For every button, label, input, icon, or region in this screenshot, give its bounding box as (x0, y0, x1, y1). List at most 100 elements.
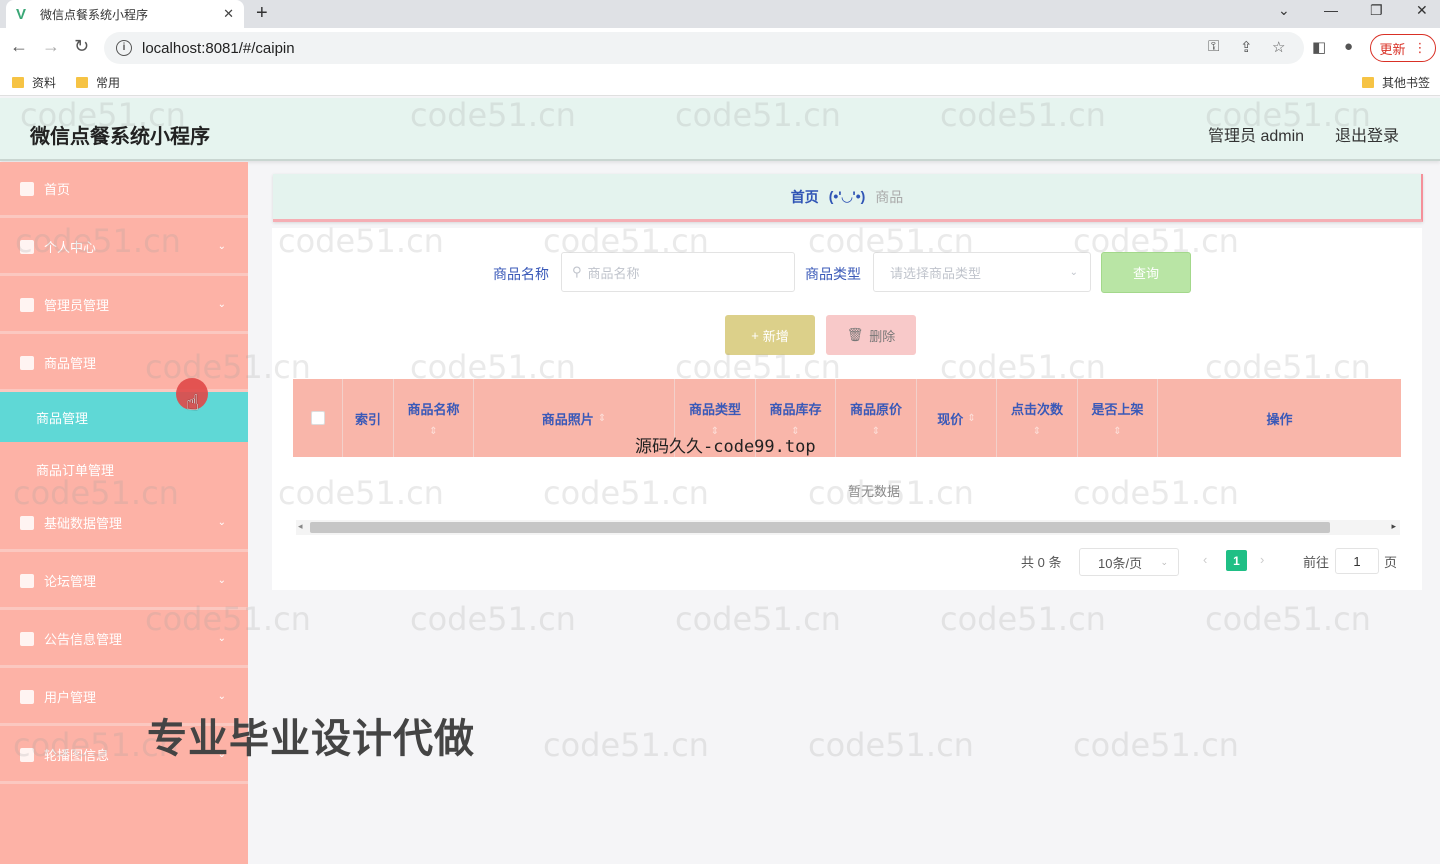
star-icon[interactable]: ☆ (1272, 38, 1285, 56)
scroll-left-icon[interactable]: ◂ (298, 521, 303, 532)
sort-icon[interactable]: ⇕ (967, 413, 975, 424)
logout-button[interactable]: 退出登录 (1335, 122, 1399, 146)
share-icon[interactable]: ⇪ (1240, 38, 1253, 56)
type-filter-label: 商品类型 (805, 266, 861, 282)
key-icon[interactable]: ⚿ (1208, 38, 1219, 55)
update-button[interactable]: 更新 ⋮ (1370, 34, 1436, 62)
chevron-down-icon: ⌄ (217, 241, 226, 252)
sidebar-item-products[interactable]: 商品管理 (0, 336, 248, 392)
column-label: 商品原价 (849, 402, 902, 417)
current-page-button[interactable]: 1 (1226, 550, 1247, 571)
select-all-cell (293, 379, 343, 457)
vue-favicon-icon: V (16, 5, 27, 23)
sort-icon[interactable]: ⇕ (598, 413, 606, 424)
sidebar-subitem-products[interactable]: 商品管理 (0, 392, 248, 442)
column-header-original-price[interactable]: 商品原价 ⇕ (836, 379, 917, 457)
add-button[interactable]: + 新增 (725, 315, 815, 355)
horizontal-scrollbar[interactable]: ◂ ▸ (296, 520, 1400, 535)
address-bar[interactable]: i localhost:8081/#/caipin (104, 32, 1304, 64)
minimize-icon[interactable]: — (1324, 2, 1338, 18)
sidebar-item-label: 个人中心 (44, 240, 97, 255)
overlay-watermark-ad: 专业毕业设计代做 (147, 717, 475, 761)
page-size-select[interactable]: 10条/页 ⌄ (1079, 548, 1179, 576)
close-window-icon[interactable]: ✕ (1416, 2, 1428, 19)
watermark: code51.cn (543, 726, 709, 764)
sidebar-item-forum[interactable]: 论坛管理 ⌄ (0, 554, 248, 610)
search-button-label: 查询 (1132, 266, 1159, 281)
sort-icon[interactable]: ⇕ (1033, 426, 1041, 437)
back-icon[interactable]: ← (10, 36, 28, 57)
column-header-on-shelf[interactable]: 是否上架 ⇕ (1078, 379, 1158, 457)
chevron-down-icon: ⌄ (217, 299, 226, 310)
sort-icon[interactable]: ⇕ (429, 426, 437, 437)
prev-page-icon[interactable]: ‹ (1203, 552, 1207, 567)
column-label: 商品库存 (769, 402, 822, 417)
watermark: code51.cn (940, 600, 1106, 638)
bookmark-folder-ziliao[interactable]: 资料 (12, 74, 56, 91)
goto-page-input[interactable]: 1 (1335, 548, 1379, 574)
type-select[interactable]: 请选择商品类型 ⌄ (873, 252, 1091, 292)
name-filter-label: 商品名称 (493, 266, 549, 282)
sidebar-item-admins[interactable]: 管理员管理 ⌄ (0, 278, 248, 334)
name-search-input[interactable]: ⚲ 商品名称 (561, 252, 795, 292)
sidebar-item-label: 用户管理 (44, 690, 97, 705)
watermark: code51.cn (410, 600, 576, 638)
goto-label: 前往 (1303, 555, 1330, 570)
hand-cursor-icon: ☝ (186, 390, 200, 415)
sidebar-item-home[interactable]: 首页 (0, 162, 248, 218)
breadcrumb-home[interactable]: 首页 (791, 187, 819, 207)
user-icon (20, 239, 34, 254)
admin-icon (20, 297, 34, 312)
column-label: 索引 (354, 411, 381, 427)
column-label: 商品名称 (407, 402, 460, 417)
chevron-down-icon: ⌄ (1160, 556, 1168, 567)
reload-icon[interactable]: ↻ (74, 36, 89, 57)
bookmark-folder-changyong[interactable]: 常用 (76, 74, 120, 91)
sidebar-item-label: 首页 (44, 182, 71, 197)
trash-icon: 🗑 (846, 327, 864, 342)
chevron-down-icon: ⌄ (217, 575, 226, 586)
other-bookmarks-label: 其他书签 (1382, 76, 1431, 90)
sidepanel-icon[interactable]: ◧ (1312, 38, 1326, 56)
plus-icon: + (751, 327, 759, 343)
next-page-icon[interactable]: › (1260, 552, 1264, 567)
tab-search-icon[interactable]: ⌄ (1278, 2, 1290, 19)
browser-tab[interactable]: V 微信点餐系统小程序 ✕ (6, 0, 244, 28)
sidebar-subitem-orders[interactable]: 商品订单管理 (0, 444, 248, 494)
watermark: code51.cn (1205, 600, 1371, 638)
column-label: 操作 (1266, 411, 1293, 427)
new-tab-icon[interactable]: + (256, 2, 268, 25)
users-icon (20, 689, 34, 704)
forward-icon[interactable]: → (42, 36, 60, 57)
sidebar-item-basic-data[interactable]: 基础数据管理 ⌄ (0, 496, 248, 552)
column-header-name[interactable]: 商品名称 ⇕ (394, 379, 474, 457)
column-header-clicks[interactable]: 点击次数 ⇕ (997, 379, 1078, 457)
watermark: code51.cn (1073, 726, 1239, 764)
sidebar-item-label: 管理员管理 (44, 298, 110, 313)
sort-icon[interactable]: ⇕ (1113, 426, 1121, 437)
sort-icon[interactable]: ⇕ (872, 426, 880, 437)
site-info-icon[interactable]: i (116, 40, 132, 56)
breadcrumb: 首页 (•'◡'•) 商品 (273, 174, 1423, 222)
search-button[interactable]: 查询 (1101, 252, 1191, 293)
other-bookmarks[interactable]: 其他书签 (1362, 74, 1430, 91)
restore-icon[interactable]: ❐ (1370, 2, 1383, 19)
pagination-total: 共 0 条 (1021, 555, 1062, 570)
select-all-checkbox[interactable] (310, 411, 325, 425)
chevron-down-icon: ⌄ (217, 691, 226, 702)
search-icon: ⚲ (572, 264, 582, 279)
profile-icon[interactable]: ● (1344, 38, 1353, 55)
delete-button[interactable]: 🗑 删除 (826, 315, 916, 355)
sidebar-item-profile[interactable]: 个人中心 ⌄ (0, 220, 248, 276)
app-header: 微信点餐系统小程序 管理员 admin 退出登录 (0, 98, 1440, 161)
add-button-label: 新增 (762, 328, 789, 344)
update-label: 更新 (1379, 41, 1406, 57)
microphone-icon (20, 747, 34, 762)
column-header-price[interactable]: 现价 ⇕ (917, 379, 997, 457)
bookmark-label: 资料 (32, 76, 57, 90)
tab-close-icon[interactable]: ✕ (223, 6, 234, 22)
watermark: code51.cn (808, 726, 974, 764)
scrollbar-thumb[interactable] (310, 522, 1330, 533)
sidebar-item-announcements[interactable]: 公告信息管理 ⌄ (0, 612, 248, 668)
scroll-right-icon[interactable]: ▸ (1391, 521, 1396, 532)
